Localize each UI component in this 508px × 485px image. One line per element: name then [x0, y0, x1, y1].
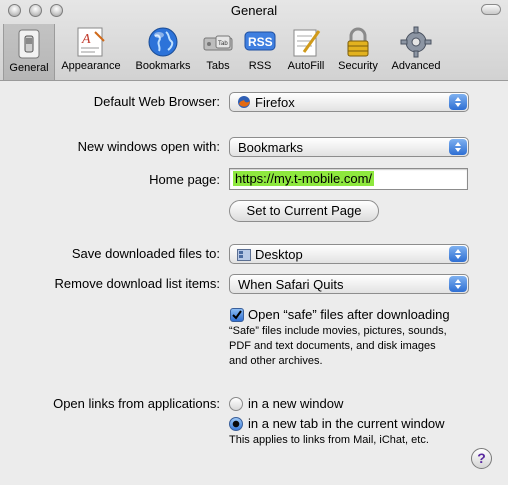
default-browser-popup[interactable]: Firefox — [229, 92, 469, 112]
radio-new-window[interactable] — [229, 397, 243, 411]
window-title: General — [230, 3, 278, 18]
tab-tabs[interactable]: Tab Tabs — [200, 26, 236, 78]
popup-arrows-icon — [449, 139, 467, 155]
tab-security[interactable]: Security — [335, 26, 381, 78]
home-page-field[interactable]: https://my.t-mobile.com/ — [229, 168, 468, 190]
svg-text:Tab: Tab — [218, 41, 228, 47]
safe-files-note-1: “Safe” files include movies, pictures, s… — [229, 325, 447, 337]
tab-general-label: General — [9, 62, 49, 74]
tab-bookmarks-label: Bookmarks — [135, 60, 191, 72]
tab-rss-label: RSS — [248, 60, 272, 72]
globe-icon — [147, 26, 179, 58]
title-bar: General — [0, 0, 508, 22]
remove-downloads-label: Remove download list items: — [54, 276, 220, 291]
svg-text:RSS: RSS — [248, 35, 273, 49]
svg-text:A: A — [81, 32, 91, 47]
tab-general[interactable]: General — [3, 24, 55, 80]
new-windows-popup[interactable]: Bookmarks — [229, 137, 469, 157]
default-browser-value: Firefox — [255, 95, 295, 110]
home-page-label: Home page: — [149, 172, 220, 187]
open-safe-files-label[interactable]: Open “safe” files after downloading — [248, 307, 450, 322]
checkmark-icon — [232, 310, 242, 320]
open-links-label: Open links from applications: — [53, 396, 220, 411]
gear-icon — [400, 26, 432, 58]
safe-files-note-2: PDF and text documents, and disk images — [229, 340, 436, 352]
tab-tabs-label: Tabs — [206, 60, 230, 72]
desktop-folder-icon — [237, 248, 251, 264]
autofill-icon — [290, 26, 322, 58]
home-page-value: https://my.t-mobile.com/ — [233, 171, 375, 186]
remove-downloads-value: When Safari Quits — [238, 277, 344, 292]
tab-bookmarks[interactable]: Bookmarks — [130, 26, 196, 78]
radio-new-window-label[interactable]: in a new window — [248, 396, 343, 411]
lock-icon — [342, 26, 374, 58]
tab-autofill[interactable]: AutoFill — [284, 26, 328, 78]
tab-advanced-label: Advanced — [391, 60, 441, 72]
switch-icon — [13, 28, 45, 60]
radio-new-tab-label[interactable]: in a new tab in the current window — [248, 416, 445, 431]
preferences-window: General General A Appearance Bookmarks T… — [0, 0, 508, 485]
safe-files-note-3: and other archives. — [229, 355, 323, 367]
tab-advanced[interactable]: Advanced — [388, 26, 444, 78]
open-safe-files-checkbox[interactable] — [230, 308, 244, 322]
toolbar: General General A Appearance Bookmarks T… — [0, 0, 508, 81]
save-downloads-value: Desktop — [255, 247, 303, 262]
set-to-current-page-button[interactable]: Set to Current Page — [229, 200, 379, 222]
tab-security-label: Security — [338, 60, 378, 72]
tab-autofill-label: AutoFill — [287, 60, 325, 72]
save-downloads-label: Save downloaded files to: — [71, 246, 220, 261]
save-downloads-popup[interactable]: Desktop — [229, 244, 469, 264]
new-windows-value: Bookmarks — [238, 140, 304, 155]
new-windows-label: New windows open with: — [77, 139, 220, 154]
help-button[interactable]: ? — [471, 448, 492, 469]
tab-appearance-label: Appearance — [61, 60, 121, 72]
toolbar-toggle-button[interactable] — [481, 4, 501, 15]
tabs-icon: Tab — [202, 26, 234, 58]
tab-rss[interactable]: RSS RSS — [242, 26, 278, 78]
firefox-icon — [237, 95, 251, 112]
remove-downloads-popup[interactable]: When Safari Quits — [229, 274, 469, 294]
tab-appearance[interactable]: A Appearance — [57, 26, 125, 78]
open-links-note: This applies to links from Mail, iChat, … — [229, 434, 429, 446]
popup-arrows-icon — [449, 94, 467, 110]
appearance-icon: A — [75, 26, 107, 58]
popup-arrows-icon — [449, 246, 467, 262]
popup-arrows-icon — [449, 276, 467, 292]
rss-icon: RSS — [244, 26, 276, 58]
default-browser-label: Default Web Browser: — [93, 94, 220, 109]
radio-new-tab[interactable] — [229, 417, 243, 431]
